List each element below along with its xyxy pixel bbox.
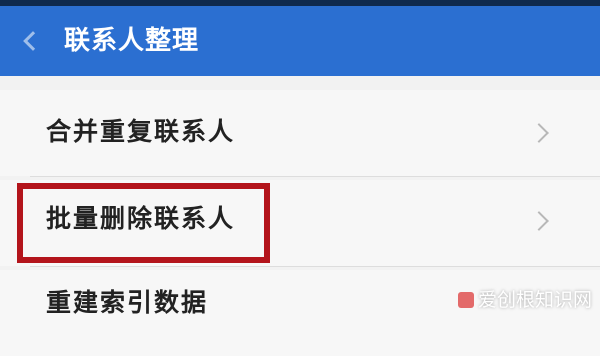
divider — [30, 266, 600, 267]
chevron-right-icon — [529, 123, 549, 143]
watermark-text: 爱创根知识网 — [477, 289, 592, 311]
watermark-logo-icon — [457, 292, 474, 308]
app-header: 联系人整理 — [0, 6, 600, 76]
list-item-merge-duplicates[interactable]: 合并重复联系人 — [0, 90, 600, 176]
page-title: 联系人整理 — [64, 26, 200, 56]
watermark: 爱创根知识网 — [457, 289, 592, 311]
list-item-label: 重建索引数据 — [46, 288, 209, 317]
chevron-right-icon — [529, 211, 549, 231]
back-chevron-icon[interactable] — [23, 31, 43, 51]
list-item-label: 合并重复联系人 — [46, 117, 236, 146]
annotation-highlight-box — [17, 183, 270, 263]
list-item-rebuild-index[interactable]: 重建索引数据 — [0, 270, 600, 356]
divider — [30, 176, 600, 177]
